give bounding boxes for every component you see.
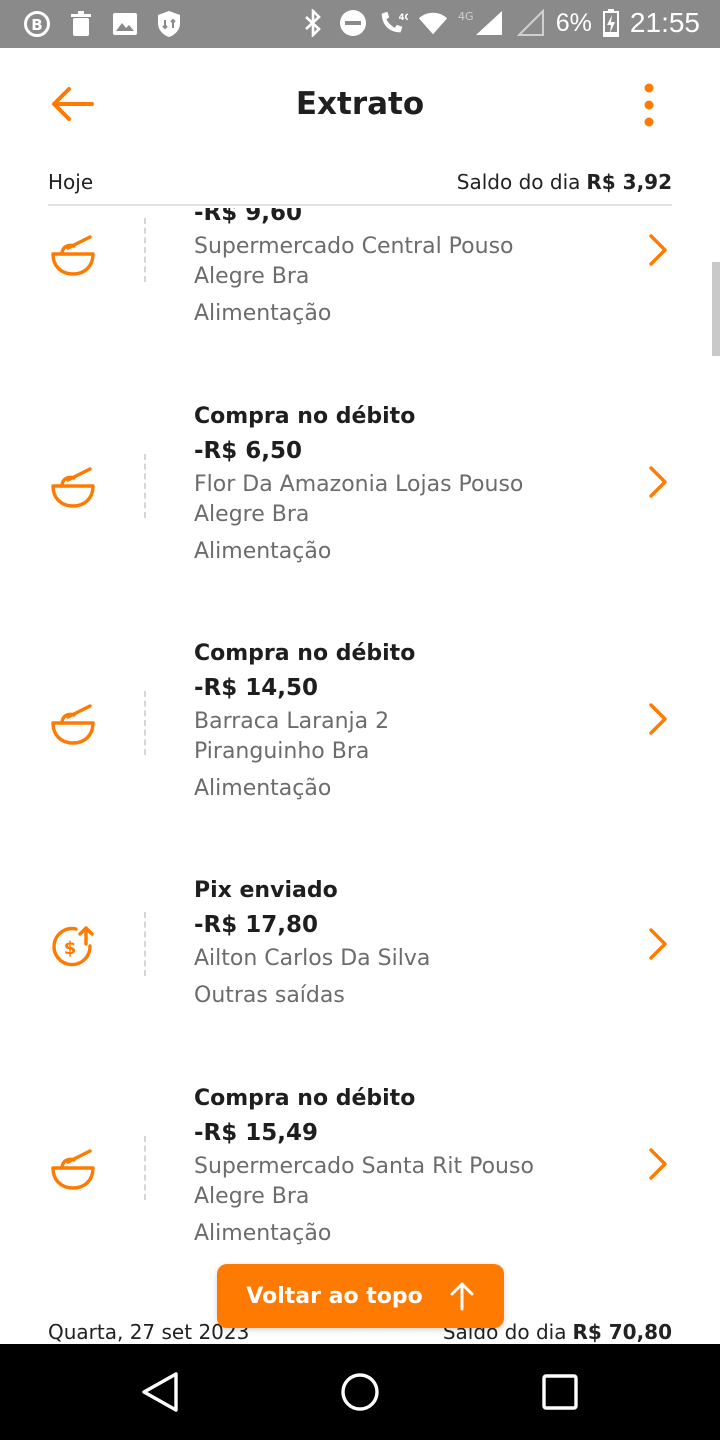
separator [144,1136,146,1200]
separator [144,912,146,976]
day-balance-label: Saldo do dia [456,170,581,194]
food-bowl-icon [48,699,98,749]
battery-charging-icon [602,8,620,38]
wifi-icon [418,8,448,38]
chevron-right-icon[interactable] [642,230,674,270]
day-header-today: Hoje Saldo do dia R$ 3,92 [48,160,672,206]
back-to-top-button[interactable]: Voltar ao topo [217,1264,504,1328]
transaction-item[interactable]: Compra no débito -R$ 14,50 Barraca Laran… [0,637,720,837]
transaction-description: Alegre Bra [194,502,310,527]
page-title: Extrato [295,86,425,122]
triangle-back-icon [142,1372,178,1412]
circle-home-icon [341,1373,379,1411]
nav-back-button[interactable] [138,1370,182,1414]
day-balance-value: R$ 70,80 [572,1320,672,1344]
do-not-disturb-icon [338,8,368,38]
transaction-item[interactable]: $ Pix enviado -R$ 17,80 Ailton Carlos Da… [0,874,720,1054]
transaction-description: Alegre Bra [194,264,310,289]
chevron-right-icon[interactable] [642,462,674,502]
transaction-description: Supermercado Central Pouso [194,234,514,259]
shield-icon [154,9,184,39]
transaction-description: Supermercado Santa Rit Pouso [194,1154,534,1179]
transaction-category: Outras saídas [194,983,345,1008]
chevron-right-icon[interactable] [642,699,674,739]
food-bowl-icon [48,1144,98,1194]
transaction-item[interactable]: Compra no débito -R$ 15,49 Supermercado … [0,1082,720,1282]
square-recents-icon [542,1374,578,1410]
transaction-amount: -R$ 15,49 [194,1120,319,1146]
status-bar: B 4G 4G 6% 21 [0,0,720,48]
transaction-amount: -R$ 17,80 [194,912,319,938]
transaction-description: Flor Da Amazonia Lojas Pouso [194,472,524,497]
transaction-category: Alimentação [194,539,332,564]
trash-icon [66,9,96,39]
transaction-description: Ailton Carlos Da Silva [194,946,431,971]
transaction-details: Pix enviado -R$ 17,80 Ailton Carlos Da S… [194,874,594,1011]
transaction-description: Barraca Laranja 2 [194,709,390,734]
transaction-details: Compra no débito -R$ 14,50 Barraca Laran… [194,637,594,804]
transaction-amount: -R$ 14,50 [194,675,319,701]
status-system: 4G 4G 6% 21:55 [298,7,700,39]
transaction-type: Compra no débito [194,1086,416,1111]
bluetooth-icon [298,8,328,38]
transaction-amount: -R$ 9,60 [194,208,303,226]
day-label: Hoje [48,170,94,194]
svg-text:B: B [31,16,42,34]
system-nav-bar [0,1344,720,1440]
svg-text:4G: 4G [398,12,407,22]
transaction-details: -R$ 9,60 Supermercado Central Pouso Aleg… [194,208,594,329]
nav-home-button[interactable] [338,1370,382,1414]
transaction-item[interactable]: -R$ 9,60 Supermercado Central Pouso Aleg… [0,208,720,348]
transaction-description: Alegre Bra [194,1184,310,1209]
day-balance: Saldo do dia R$ 3,92 [457,170,672,194]
volte-call-icon: 4G [378,8,408,38]
status-notifications: B [22,9,184,39]
money-out-icon: $ [48,922,98,972]
battery-percent: 6% [555,8,592,37]
separator [144,218,146,282]
clock: 21:55 [629,7,700,38]
app-header: Extrato [0,48,720,158]
scrollbar[interactable] [712,262,720,356]
more-options-button[interactable] [634,80,664,130]
transaction-category: Alimentação [194,776,332,801]
food-bowl-icon [48,462,98,512]
back-to-top-label: Voltar ao topo [246,1283,423,1309]
transaction-type: Compra no débito [194,404,416,429]
nav-recents-button[interactable] [538,1370,582,1414]
separator [144,691,146,755]
transaction-type: Pix enviado [194,878,338,903]
transaction-category: Alimentação [194,1221,332,1246]
food-bowl-icon [48,230,98,280]
svg-text:4G: 4G [458,10,474,23]
signal-4g-icon: 4G [458,8,506,38]
transaction-category: Alimentação [194,301,332,326]
transaction-amount: -R$ 6,50 [194,438,303,464]
chevron-right-icon[interactable] [642,1144,674,1184]
transaction-details: Compra no débito -R$ 6,50 Flor Da Amazon… [194,400,594,567]
transaction-list[interactable]: -R$ 9,60 Supermercado Central Pouso Aleg… [0,208,720,1344]
transaction-details: Compra no débito -R$ 15,49 Supermercado … [194,1082,594,1249]
arrow-up-icon [450,1282,474,1311]
transaction-description: Piranguinho Bra [194,739,370,764]
kebab-menu-icon [644,83,654,127]
separator [144,454,146,518]
transaction-type: Compra no débito [194,641,416,666]
day-balance-value: R$ 3,92 [586,170,672,194]
transaction-item[interactable]: Compra no débito -R$ 6,50 Flor Da Amazon… [0,400,720,600]
b-app-icon: B [22,9,52,39]
chevron-right-icon[interactable] [642,924,674,964]
signal-empty-icon [516,8,546,38]
svg-text:$: $ [64,938,77,959]
image-icon [110,9,140,39]
